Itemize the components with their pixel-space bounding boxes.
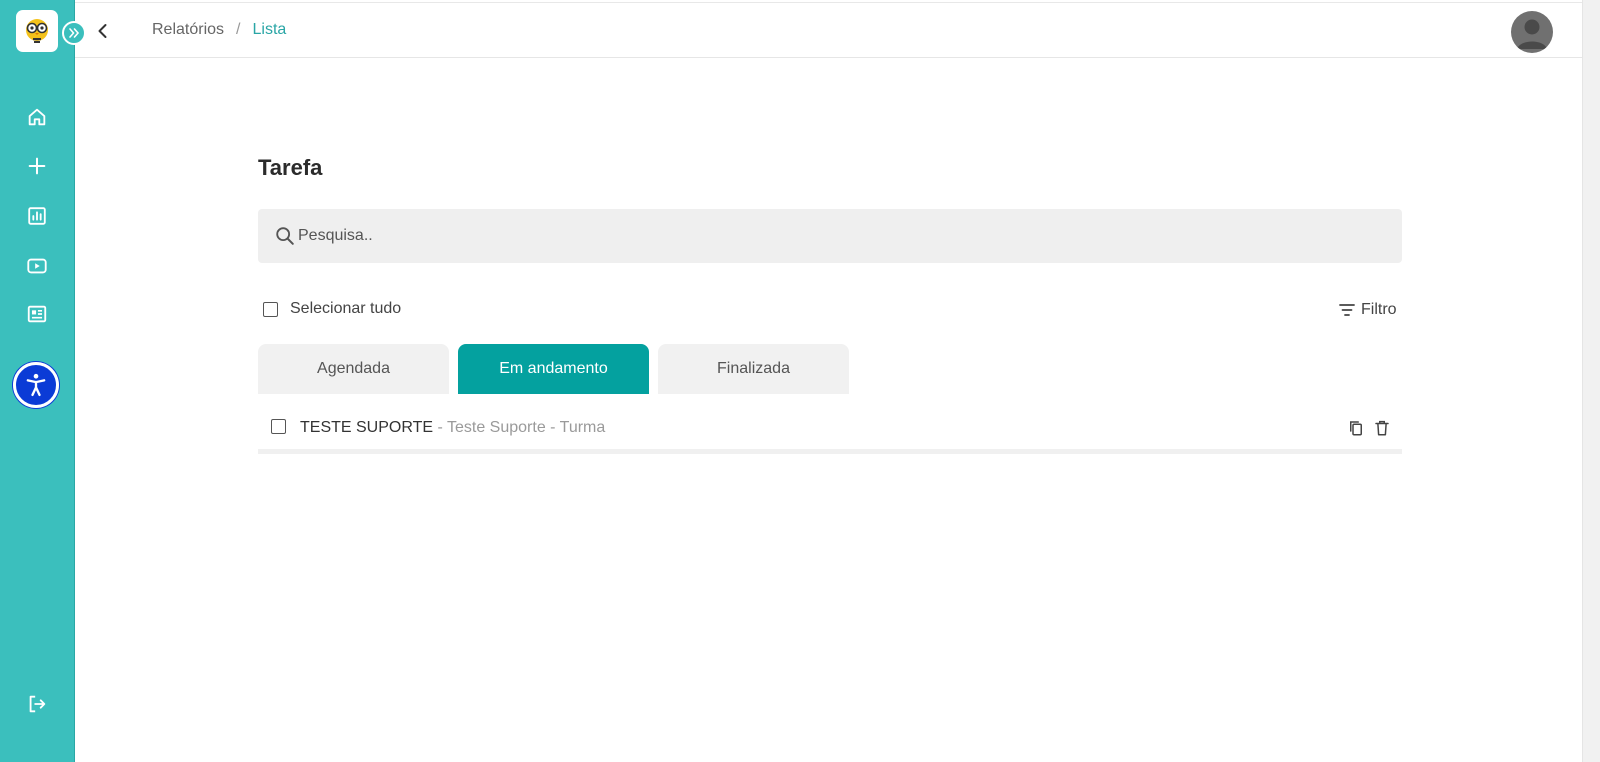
item-title: TESTE SUPORTE	[300, 419, 434, 436]
topbar: Relatórios / Lista	[75, 2, 1582, 58]
sidebar-item-videos[interactable]	[25, 254, 49, 278]
copy-icon	[1350, 421, 1362, 436]
sidebar-item-reports[interactable]	[25, 204, 49, 228]
sidebar-item-add[interactable]	[25, 154, 49, 178]
back-button[interactable]	[93, 21, 113, 41]
item-actions	[1346, 418, 1392, 438]
owl-logo-icon	[26, 19, 48, 43]
duplicate-button[interactable]	[1346, 418, 1366, 438]
sidebar-item-logout[interactable]	[25, 692, 49, 716]
sidebar-item-news[interactable]	[25, 302, 49, 326]
search-icon	[276, 227, 294, 245]
select-all-checkbox[interactable]	[263, 301, 278, 317]
chevron-left-icon	[98, 24, 107, 38]
plus-icon	[28, 157, 46, 175]
play-icon	[27, 258, 47, 274]
filter-button[interactable]: Filtro	[1337, 300, 1397, 320]
trash-icon	[1375, 420, 1389, 436]
filter-label: Filtro	[1361, 301, 1397, 318]
item-checkbox[interactable]	[271, 419, 286, 434]
breadcrumb-current: Lista	[252, 21, 287, 38]
app-logo[interactable]	[16, 10, 58, 52]
bar-chart-icon	[28, 207, 46, 225]
double-chevron-right-icon	[69, 28, 80, 38]
app-root: Relatórios / Lista Tarefa Selecionar tud…	[0, 0, 1600, 762]
breadcrumb: Relatórios / Lista	[152, 21, 286, 39]
breadcrumb-separator: /	[236, 21, 241, 38]
logout-icon	[29, 695, 46, 713]
sidebar	[0, 0, 86, 762]
delete-button[interactable]	[1372, 418, 1392, 438]
sidebar-expand-button[interactable]	[62, 21, 86, 45]
home-icon	[28, 108, 46, 126]
accessibility-icon	[26, 373, 46, 397]
tab-em-andamento[interactable]: Em andamento	[458, 344, 649, 394]
select-all-label: Selecionar tudo	[290, 300, 402, 317]
status-tabs: Agendada Em andamento Finalizada	[258, 344, 849, 394]
item-title-group: TESTE SUPORTE - Teste Suporte - Turma	[300, 419, 605, 437]
tab-agendada[interactable]: Agendada	[258, 344, 449, 394]
select-all-control[interactable]: Selecionar tudo	[263, 300, 401, 318]
search-input[interactable]	[298, 209, 1388, 263]
filter-icon	[1339, 304, 1355, 316]
scrollbar[interactable]	[1582, 0, 1600, 762]
user-avatar[interactable]	[1511, 11, 1553, 53]
list-item[interactable]: TESTE SUPORTE - Teste Suporte - Turma	[258, 406, 1402, 454]
tab-finalizada[interactable]: Finalizada	[658, 344, 849, 394]
accessibility-button[interactable]	[13, 362, 59, 408]
task-list: TESTE SUPORTE - Teste Suporte - Turma	[258, 406, 1402, 454]
page-title: Tarefa	[258, 155, 323, 180]
item-subtitle: - Teste Suporte - Turma	[433, 419, 606, 436]
breadcrumb-parent[interactable]: Relatórios	[152, 21, 224, 39]
user-avatar-icon	[1517, 19, 1547, 49]
search-box[interactable]	[258, 209, 1402, 263]
sidebar-item-home[interactable]	[25, 105, 49, 129]
news-icon	[27, 305, 47, 323]
